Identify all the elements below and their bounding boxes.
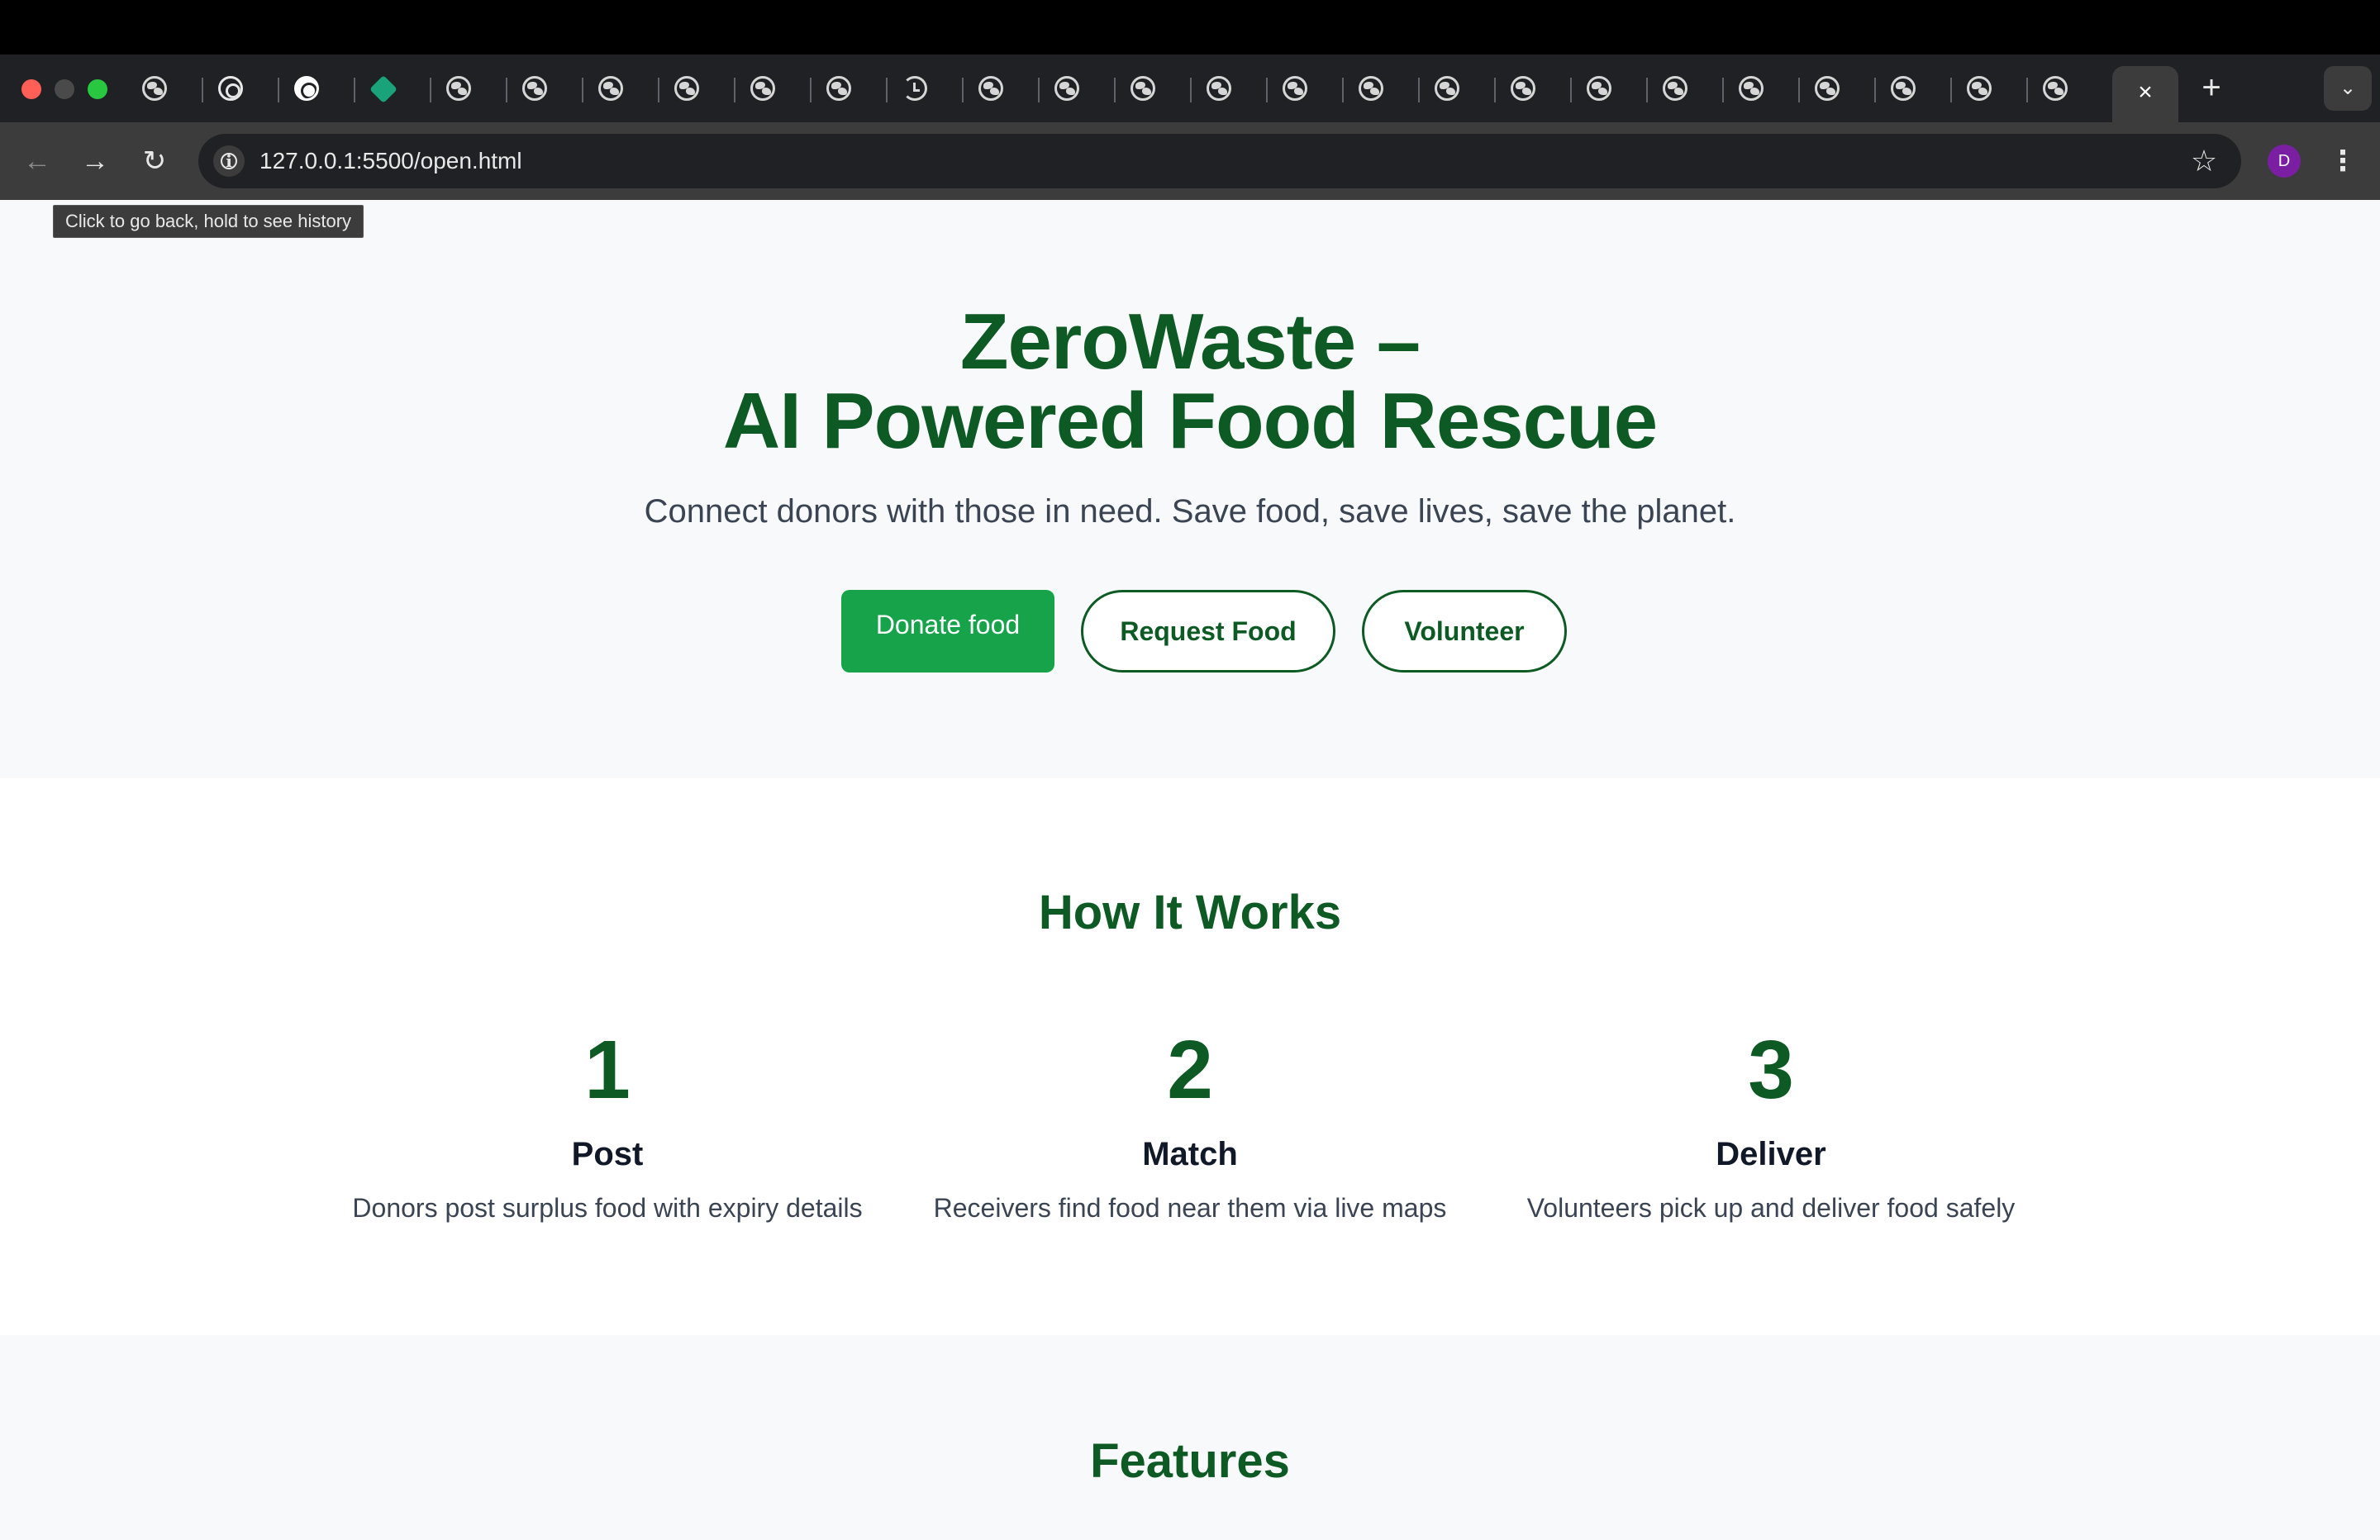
tab-separator	[1874, 78, 1876, 102]
globe-icon[interactable]	[2043, 76, 2068, 101]
tab-separator	[1494, 78, 1496, 102]
tab-separator	[962, 78, 964, 102]
tab-separator	[1418, 78, 1420, 102]
globe-icon[interactable]	[1739, 76, 1764, 101]
tab-separator	[1722, 78, 1724, 102]
tab-separator	[506, 78, 507, 102]
url-text[interactable]: 127.0.0.1:5500/open.html	[259, 145, 522, 177]
globe-icon[interactable]	[1891, 76, 1916, 101]
tab-separator	[734, 78, 735, 102]
globe-icon[interactable]	[446, 76, 471, 101]
tab-separator	[1190, 78, 1192, 102]
hero-section: ZeroWaste – AI Powered Food Rescue Conne…	[0, 200, 2380, 778]
tab-separator	[1798, 78, 1800, 102]
forward-arrow-icon[interactable]: →	[76, 142, 114, 180]
globe-icon[interactable]	[1130, 76, 1155, 101]
how-it-works-section: How It Works 1 Post Donors post surplus …	[0, 778, 2380, 1335]
back-arrow-icon[interactable]: ←	[18, 142, 56, 180]
minimize-window-button[interactable]	[55, 79, 74, 99]
globe-icon[interactable]	[750, 76, 775, 101]
tab-separator	[202, 78, 203, 102]
globe-icon[interactable]	[1967, 76, 1992, 101]
close-tab-icon[interactable]: ×	[2129, 76, 2162, 109]
openai-icon[interactable]	[294, 76, 319, 101]
tab-separator	[658, 78, 659, 102]
hero-subtitle: Connect donors with those in need. Save …	[644, 493, 1736, 530]
volunteer-button[interactable]: Volunteer	[1362, 590, 1567, 673]
history-icon[interactable]	[902, 76, 927, 101]
features-section: Features	[0, 1335, 2380, 1540]
hero-title: ZeroWaste – AI Powered Food Rescue	[0, 302, 2380, 461]
tab-separator	[1950, 78, 1952, 102]
globe-icon[interactable]	[978, 76, 1003, 101]
new-tab-button[interactable]: +	[2195, 69, 2228, 106]
globe-icon[interactable]	[1054, 76, 1079, 101]
globe-icon[interactable]	[1815, 76, 1840, 101]
page-viewport: ZeroWaste – AI Powered Food Rescue Conne…	[0, 200, 2380, 1540]
tab-separator	[1570, 78, 1572, 102]
reload-icon[interactable]: ↻	[136, 142, 174, 180]
active-tab[interactable]: ×	[2112, 66, 2178, 122]
mac-menu-area	[0, 0, 2380, 55]
tab-search-button[interactable]: ⌄	[2324, 66, 2372, 111]
tab-separator	[1114, 78, 1116, 102]
donate-food-button[interactable]: Donate food	[841, 590, 1054, 673]
tab-separator	[582, 78, 583, 102]
tab-separator	[1038, 78, 1040, 102]
hero-title-line1: ZeroWaste –	[959, 297, 1421, 386]
globe-icon[interactable]	[142, 76, 167, 101]
browser-menu-icon[interactable]: ⋮	[2329, 142, 2357, 180]
how-it-works-title: How It Works	[1038, 886, 1342, 939]
tab-separator	[810, 78, 812, 102]
step-title: Post	[571, 1136, 644, 1172]
step-number: 2	[1167, 1024, 1213, 1116]
tab-separator	[354, 78, 355, 102]
globe-icon[interactable]	[1663, 76, 1687, 101]
tab-separator	[2026, 78, 2028, 102]
globe-icon[interactable]	[1207, 76, 1231, 101]
globe-icon[interactable]	[598, 76, 623, 101]
maximize-window-button[interactable]	[88, 79, 107, 99]
tab-separator	[278, 78, 279, 102]
tab-separator	[1646, 78, 1648, 102]
step-description: Receivers find food near them via live m…	[933, 1193, 1447, 1223]
tab-separator	[1266, 78, 1268, 102]
step-post: 1 Post Donors post surplus food with exp…	[318, 1024, 897, 1226]
step-description: Donors post surplus food with expiry det…	[352, 1193, 863, 1223]
step-title: Match	[1142, 1136, 1238, 1172]
globe-icon[interactable]	[1435, 76, 1459, 101]
tab-separator	[886, 78, 888, 102]
step-description: Volunteers pick up and deliver food safe…	[1526, 1193, 2016, 1223]
globe-icon[interactable]	[674, 76, 699, 101]
tab-separator	[1342, 78, 1344, 102]
globe-icon[interactable]	[522, 76, 547, 101]
back-button-tooltip: Click to go back, hold to see history	[53, 205, 364, 238]
bookmark-star-icon[interactable]: ☆	[2185, 142, 2223, 180]
request-food-button[interactable]: Request Food	[1081, 590, 1335, 673]
globe-icon[interactable]	[826, 76, 851, 101]
hero-title-line2: AI Powered Food Rescue	[722, 377, 1658, 465]
features-title: Features	[1090, 1434, 1290, 1488]
step-title: Deliver	[1716, 1136, 1826, 1172]
site-info-icon[interactable]	[213, 145, 245, 177]
globe-icon[interactable]	[1511, 76, 1535, 101]
tab-separator	[430, 78, 431, 102]
close-window-button[interactable]	[21, 79, 41, 99]
step-match: 2 Match Receivers find food near them vi…	[901, 1024, 1479, 1226]
profile-avatar[interactable]: D	[2268, 145, 2301, 178]
globe-icon[interactable]	[1283, 76, 1307, 101]
globe-icon[interactable]	[1359, 76, 1383, 101]
step-deliver: 3 Deliver Volunteers pick up and deliver…	[1482, 1024, 2060, 1226]
openai-icon[interactable]	[218, 76, 243, 101]
step-number: 1	[584, 1024, 631, 1116]
globe-icon[interactable]	[1587, 76, 1611, 101]
step-number: 3	[1748, 1024, 1794, 1116]
